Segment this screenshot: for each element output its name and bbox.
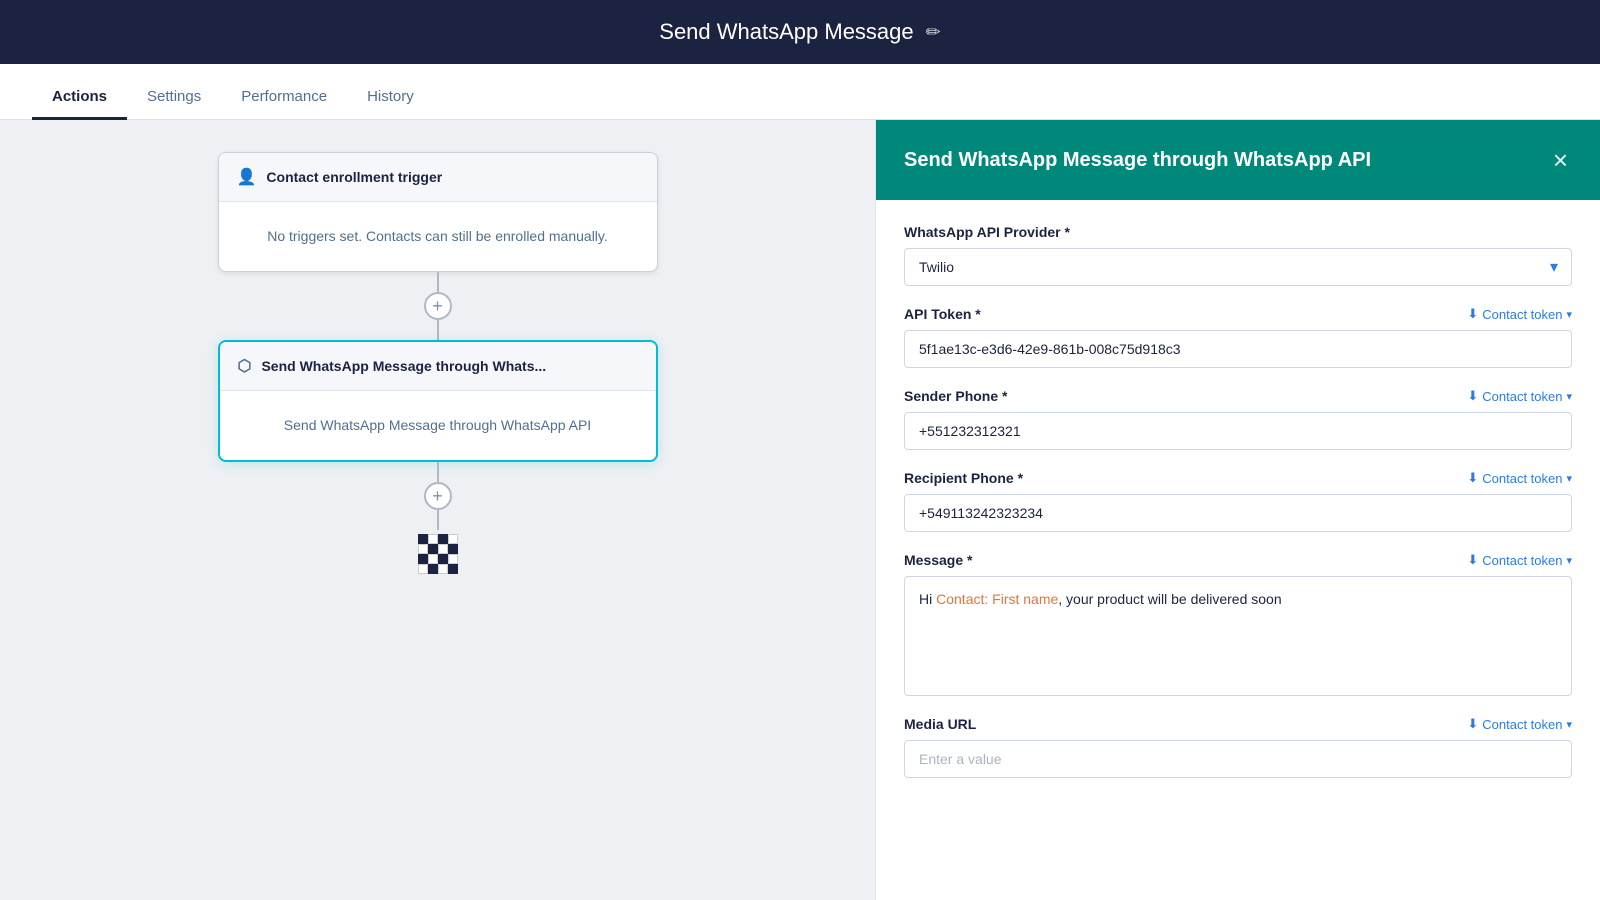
action-icon: ⬡ — [238, 356, 252, 376]
message-prefix: Hi — [919, 591, 936, 607]
message-contact-token-label: Contact token — [1482, 553, 1562, 568]
main-content: 👤 Contact enrollment trigger No triggers… — [0, 120, 1600, 900]
recipient-phone-contact-token-button[interactable]: ⬇ Contact token ▾ — [1467, 470, 1572, 486]
api-token-contact-token-button[interactable]: ⬇ Contact token ▾ — [1467, 306, 1572, 322]
api-provider-label: WhatsApp API Provider * — [904, 224, 1070, 240]
header-title-group: Send WhatsApp Message ✏ — [659, 19, 940, 45]
page-title: Send WhatsApp Message — [659, 19, 913, 45]
api-token-contact-token-label: Contact token — [1482, 307, 1562, 322]
right-panel: Send WhatsApp Message through WhatsApp A… — [875, 120, 1600, 900]
recipient-contact-token-chevron-icon: ▾ — [1566, 472, 1572, 485]
add-step-button-1[interactable]: + — [424, 292, 452, 320]
trigger-card[interactable]: 👤 Contact enrollment trigger No triggers… — [218, 152, 658, 272]
finish-flag — [418, 534, 458, 574]
tab-history[interactable]: History — [347, 76, 434, 120]
api-provider-select-wrapper: Twilio MessageBird Vonage ▾ — [904, 248, 1572, 286]
tab-actions[interactable]: Actions — [32, 76, 127, 120]
top-header: Send WhatsApp Message ✏ — [0, 0, 1600, 64]
sender-phone-label-row: Sender Phone * ⬇ Contact token ▾ — [904, 388, 1572, 404]
message-token: Contact: First name — [936, 591, 1058, 607]
api-provider-select[interactable]: Twilio MessageBird Vonage — [904, 248, 1572, 286]
sender-phone-contact-token-label: Contact token — [1482, 389, 1562, 404]
panel-close-button[interactable]: × — [1549, 143, 1572, 177]
canvas-area: 👤 Contact enrollment trigger No triggers… — [0, 120, 875, 900]
sender-phone-contact-token-button[interactable]: ⬇ Contact token ▾ — [1467, 388, 1572, 404]
sender-contact-token-download-icon: ⬇ — [1467, 388, 1478, 404]
api-token-label: API Token * — [904, 306, 981, 322]
api-token-field: API Token * ⬇ Contact token ▾ — [904, 306, 1572, 368]
tab-performance[interactable]: Performance — [221, 76, 347, 120]
panel-body: WhatsApp API Provider * Twilio MessageBi… — [876, 200, 1600, 900]
recipient-phone-field: Recipient Phone * ⬇ Contact token ▾ — [904, 470, 1572, 532]
message-input[interactable]: Hi Contact: First name, your product wil… — [904, 576, 1572, 696]
trigger-card-text: No triggers set. Contacts can still be e… — [267, 228, 608, 244]
message-contact-token-download-icon: ⬇ — [1467, 552, 1478, 568]
message-contact-token-button[interactable]: ⬇ Contact token ▾ — [1467, 552, 1572, 568]
media-url-contact-token-label: Contact token — [1482, 717, 1562, 732]
action-card-title: Send WhatsApp Message through Whats... — [261, 358, 546, 374]
recipient-phone-contact-token-label: Contact token — [1482, 471, 1562, 486]
recipient-contact-token-download-icon: ⬇ — [1467, 470, 1478, 486]
connector-2: + — [424, 462, 452, 530]
api-provider-field: WhatsApp API Provider * Twilio MessageBi… — [904, 224, 1572, 286]
tab-settings[interactable]: Settings — [127, 76, 221, 120]
media-url-contact-token-button[interactable]: ⬇ Contact token ▾ — [1467, 716, 1572, 732]
action-card-header: ⬡ Send WhatsApp Message through Whats... — [220, 342, 656, 391]
message-label-row: Message * ⬇ Contact token ▾ — [904, 552, 1572, 568]
connector-line-2b — [437, 510, 439, 530]
action-card-body: Send WhatsApp Message through WhatsApp A… — [220, 391, 656, 460]
connector-line-2 — [437, 462, 439, 482]
sender-contact-token-chevron-icon: ▾ — [1566, 390, 1572, 403]
edit-icon[interactable]: ✏ — [926, 22, 941, 43]
api-provider-label-row: WhatsApp API Provider * — [904, 224, 1572, 240]
canvas-inner: 👤 Contact enrollment trigger No triggers… — [0, 152, 875, 574]
trigger-card-title: Contact enrollment trigger — [266, 169, 442, 185]
trigger-card-header: 👤 Contact enrollment trigger — [219, 153, 657, 202]
action-card-text: Send WhatsApp Message through WhatsApp A… — [284, 417, 591, 433]
media-url-label-row: Media URL ⬇ Contact token ▾ — [904, 716, 1572, 732]
media-url-label: Media URL — [904, 716, 976, 732]
trigger-card-body: No triggers set. Contacts can still be e… — [219, 202, 657, 271]
action-card[interactable]: ⬡ Send WhatsApp Message through Whats...… — [218, 340, 658, 462]
sender-phone-label: Sender Phone * — [904, 388, 1007, 404]
panel-header: Send WhatsApp Message through WhatsApp A… — [876, 120, 1600, 200]
sender-phone-field: Sender Phone * ⬇ Contact token ▾ — [904, 388, 1572, 450]
recipient-phone-input[interactable] — [904, 494, 1572, 532]
contact-token-download-icon: ⬇ — [1467, 306, 1478, 322]
recipient-phone-label-row: Recipient Phone * ⬇ Contact token ▾ — [904, 470, 1572, 486]
tab-bar: Actions Settings Performance History — [0, 64, 1600, 120]
api-token-input[interactable] — [904, 330, 1572, 368]
trigger-icon: 👤 — [237, 167, 257, 187]
media-url-contact-token-download-icon: ⬇ — [1467, 716, 1478, 732]
add-step-button-2[interactable]: + — [424, 482, 452, 510]
sender-phone-input[interactable] — [904, 412, 1572, 450]
panel-title: Send WhatsApp Message through WhatsApp A… — [904, 147, 1371, 173]
message-contact-token-chevron-icon: ▾ — [1566, 554, 1572, 567]
connector-line-1 — [437, 272, 439, 292]
message-label: Message * — [904, 552, 972, 568]
recipient-phone-label: Recipient Phone * — [904, 470, 1023, 486]
connector-1: + — [424, 272, 452, 340]
message-suffix: , your product will be delivered soon — [1058, 591, 1281, 607]
connector-line-1b — [437, 320, 439, 340]
message-field: Message * ⬇ Contact token ▾ Hi Contact: … — [904, 552, 1572, 696]
media-url-field: Media URL ⬇ Contact token ▾ — [904, 716, 1572, 778]
media-url-input[interactable] — [904, 740, 1572, 778]
media-url-contact-token-chevron-icon: ▾ — [1566, 718, 1572, 731]
contact-token-chevron-icon: ▾ — [1566, 308, 1572, 321]
api-token-label-row: API Token * ⬇ Contact token ▾ — [904, 306, 1572, 322]
